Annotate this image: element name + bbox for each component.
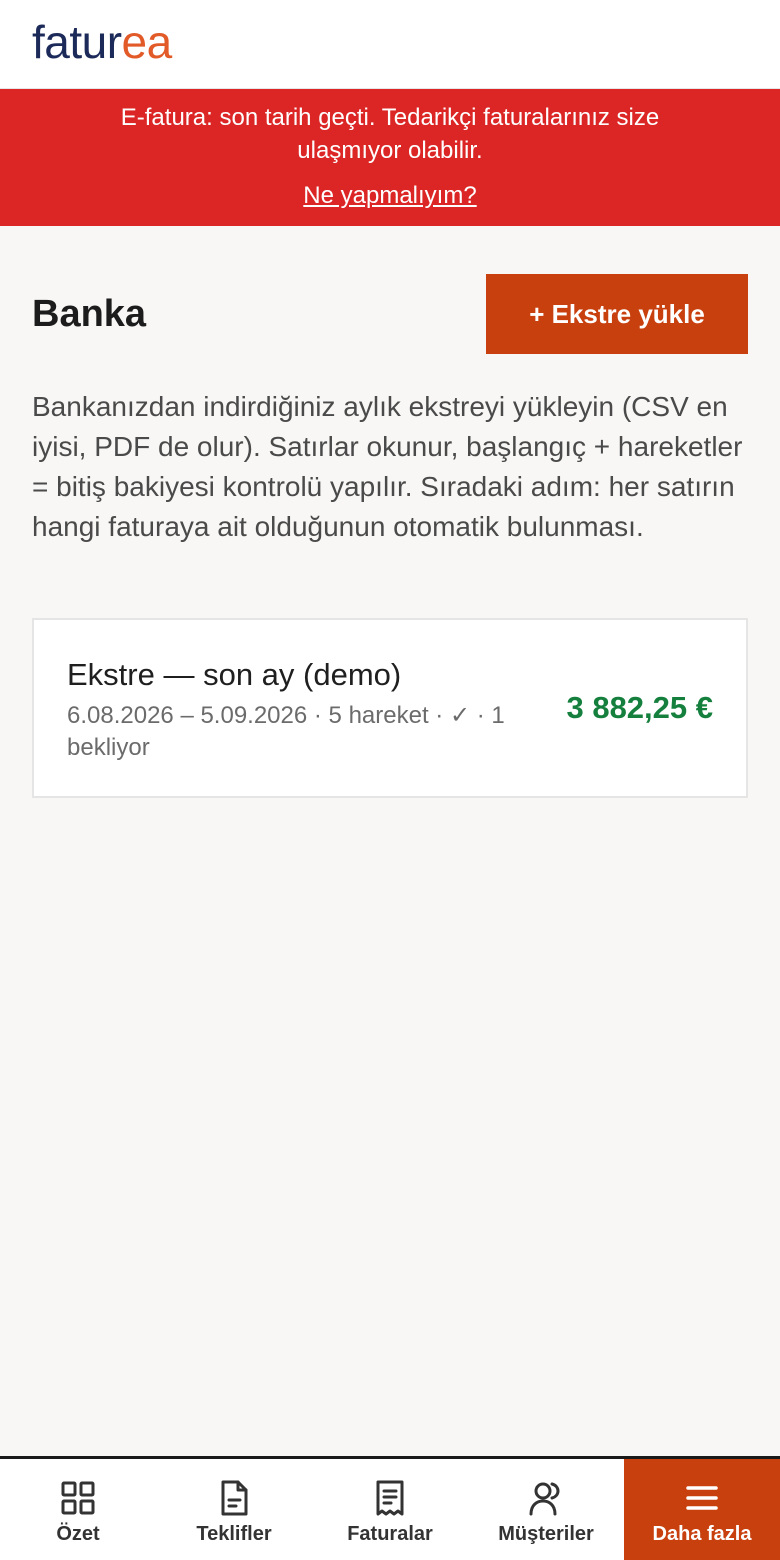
bottom-navigation: Özet Teklifler Faturalar Müşteriler Daha… (0, 1456, 780, 1560)
e-fatura-alert-banner: E-fatura: son tarih geçti. Tedarikçi fat… (0, 89, 780, 226)
users-icon (529, 1482, 560, 1516)
statement-details: 6.08.2026 – 5.09.2026 · 5 hareket · ✓ · … (67, 702, 505, 761)
nav-item-teklifler[interactable]: Teklifler (156, 1459, 312, 1560)
menu-icon (686, 1486, 718, 1510)
nav-item-daha-fazla[interactable]: Daha fazla (624, 1459, 780, 1560)
nav-label: Müşteriler (498, 1523, 594, 1545)
statement-title: Ekstre — son ay (demo) (67, 657, 402, 692)
receipt-icon (376, 1480, 404, 1516)
alert-help-link[interactable]: Ne yapmalıyım? (0, 181, 780, 211)
alert-message: E-fatura: son tarih geçti. Tedarikçi fat… (120, 104, 660, 164)
nav-label: Daha fazla (652, 1523, 752, 1545)
page-title: Banka (32, 293, 147, 335)
nav-item-faturalar[interactable]: Faturalar (312, 1459, 468, 1560)
nav-label: Teklifler (196, 1523, 272, 1545)
nav-item-ozet[interactable]: Özet (0, 1459, 156, 1560)
nav-label: Faturalar (347, 1523, 433, 1545)
nav-item-musteriler[interactable]: Müşteriler (468, 1459, 624, 1560)
nav-label: Özet (56, 1523, 100, 1545)
statement-amount: 3 882,25 € (566, 690, 713, 725)
app-header: faturea (0, 0, 780, 89)
logo-text-part1: fatur (32, 16, 122, 68)
document-icon (221, 1480, 248, 1516)
page-description: Bankanızdan indirdiğiniz aylık ekstreyi … (32, 391, 743, 542)
grid-icon (61, 1481, 95, 1515)
statement-card[interactable]: Ekstre — son ay (demo) 6.08.2026 – 5.09.… (32, 618, 748, 798)
faturea-logo[interactable]: faturea (32, 14, 172, 70)
logo-text-part2: ea (121, 16, 173, 68)
upload-statement-button[interactable]: + Ekstre yükle (486, 274, 748, 354)
